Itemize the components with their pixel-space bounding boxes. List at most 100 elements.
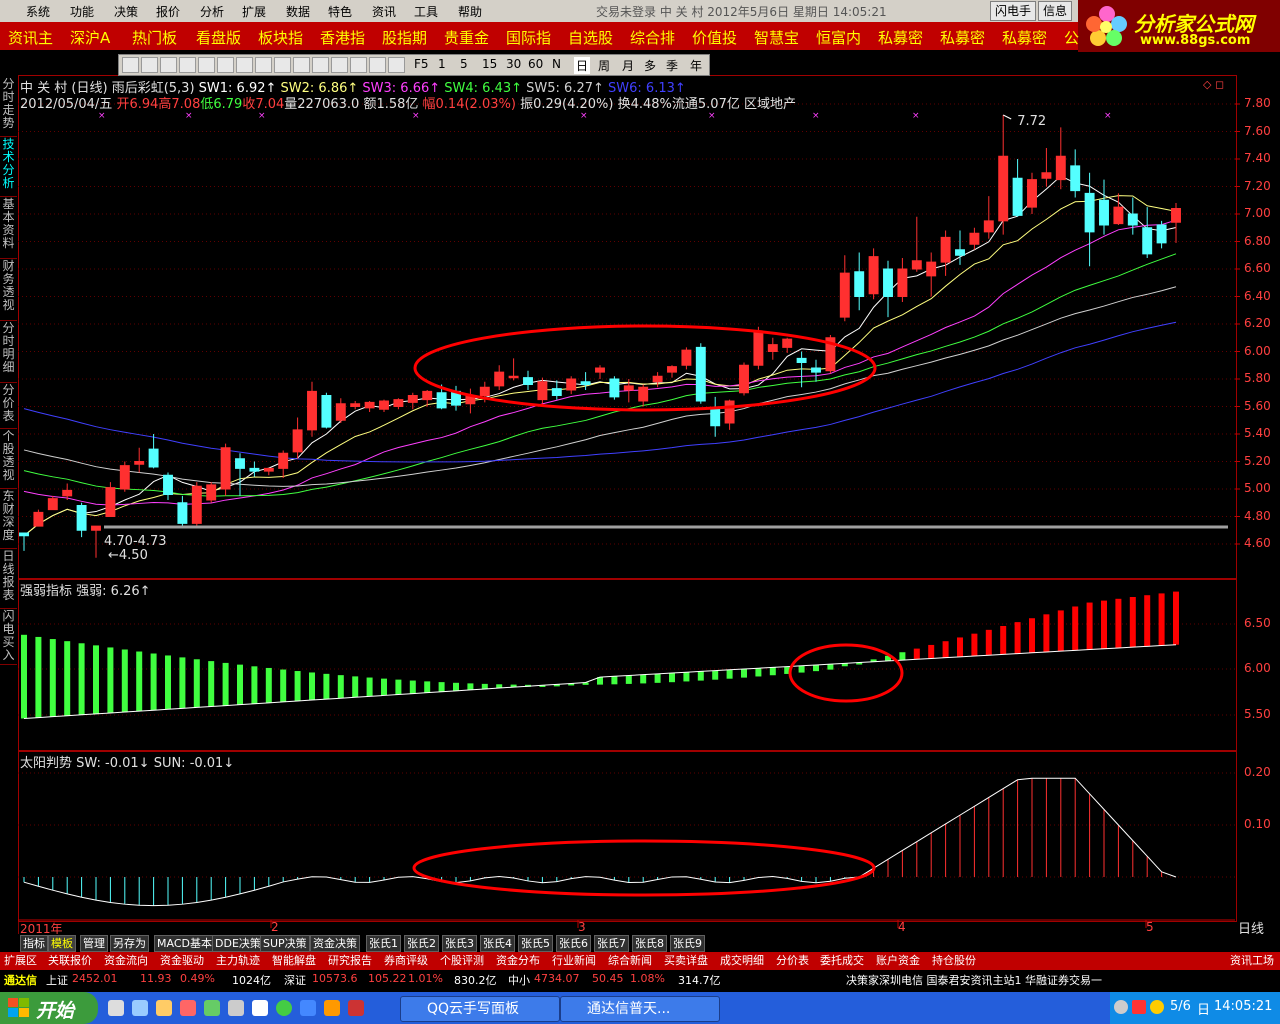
money-icon[interactable]: [312, 57, 329, 73]
banner-item[interactable]: 香港指: [320, 27, 365, 48]
quicklaunch-desktop-icon[interactable]: [132, 1000, 148, 1016]
extension-tab[interactable]: 研究报告: [328, 953, 372, 968]
formula-icon[interactable]: [236, 57, 253, 73]
banner-item[interactable]: 热门板: [132, 27, 177, 48]
banner-item[interactable]: 资讯主: [8, 27, 53, 48]
chart-type-icon[interactable]: [179, 57, 196, 73]
left-tab[interactable]: 分价表: [0, 382, 17, 429]
extension-tab[interactable]: 分价表: [776, 953, 809, 968]
pan-icon[interactable]: [350, 57, 367, 73]
task-tdx[interactable]: 通达信普天...: [560, 996, 720, 1022]
quicklaunch-media-icon[interactable]: [204, 1000, 220, 1016]
left-tab[interactable]: 财务透视: [0, 258, 17, 321]
cursor-icon[interactable]: [122, 57, 139, 73]
banner-item[interactable]: 公: [1064, 27, 1079, 48]
banner-item[interactable]: 板块指: [258, 27, 303, 48]
indicator-tab[interactable]: 模板: [48, 935, 76, 952]
extension-tab[interactable]: 成交明细: [720, 953, 764, 968]
indicator-tab[interactable]: 张氏3: [442, 935, 477, 952]
period-button[interactable]: 5: [458, 57, 470, 71]
quicklaunch-doc-icon[interactable]: [252, 1000, 268, 1016]
period-button[interactable]: 60: [526, 57, 545, 71]
zoom-out-icon[interactable]: [160, 57, 177, 73]
extension-tab[interactable]: 行业新闻: [552, 953, 596, 968]
period-button[interactable]: 日: [574, 57, 591, 74]
period-button[interactable]: 多: [642, 57, 658, 74]
indicator-tab[interactable]: 指标: [20, 935, 48, 952]
panel-corner-markers[interactable]: ◇ ◻: [1203, 78, 1224, 91]
indicator-tab[interactable]: 张氏5: [518, 935, 553, 952]
banner-item[interactable]: 贵重金: [444, 27, 489, 48]
indicator-tab[interactable]: 管理: [80, 935, 108, 952]
period-button[interactable]: N: [550, 57, 563, 71]
banner-item[interactable]: 私募密: [1002, 27, 1047, 48]
extension-tab[interactable]: 买卖详盘: [664, 953, 708, 968]
period-button[interactable]: 1: [436, 57, 448, 71]
extension-tab[interactable]: 资金驱动: [160, 953, 204, 968]
banner-item[interactable]: 看盘版: [196, 27, 241, 48]
indicator-tab[interactable]: 张氏6: [556, 935, 591, 952]
quicklaunch-ie-icon[interactable]: [108, 1000, 124, 1016]
info-icon[interactable]: [255, 57, 272, 73]
chart-canvas[interactable]: 7.72 4.70-4.73←4.50 × × × × × × × × × ◇ ◻: [0, 0, 1280, 935]
banner-item[interactable]: 私募密: [940, 27, 985, 48]
extension-tab[interactable]: 委托成交: [820, 953, 864, 968]
indicator-tab[interactable]: DDE决策: [212, 935, 264, 952]
tray-network-icon[interactable]: [1114, 1000, 1128, 1014]
left-tab[interactable]: 基本资料: [0, 196, 17, 259]
extension-tab[interactable]: 关联报价: [48, 953, 92, 968]
indicator-tab[interactable]: 另存为: [110, 935, 149, 952]
period-button[interactable]: 周: [596, 57, 612, 74]
extension-tab[interactable]: 个股评测: [440, 953, 484, 968]
extension-tab[interactable]: 资金流向: [104, 953, 148, 968]
extension-tab[interactable]: 资金分布: [496, 953, 540, 968]
task-qq-handwriting[interactable]: QQ云手写面板: [400, 996, 560, 1022]
link-icon[interactable]: [369, 57, 386, 73]
banner-item[interactable]: 价值投: [692, 27, 737, 48]
indicator-tab[interactable]: 张氏1: [366, 935, 401, 952]
banner-item[interactable]: 智慧宝: [754, 27, 799, 48]
indicator-tab[interactable]: 张氏9: [670, 935, 705, 952]
left-tab[interactable]: 日线报表: [0, 548, 17, 609]
extension-tab[interactable]: 扩展区: [4, 953, 37, 968]
quicklaunch-browser-icon[interactable]: [300, 1000, 316, 1016]
banner-item[interactable]: 国际指: [506, 27, 551, 48]
indicator-tab[interactable]: 张氏2: [404, 935, 439, 952]
quicklaunch-tdx-icon[interactable]: [348, 1000, 364, 1016]
extension-tab[interactable]: 券商评级: [384, 953, 428, 968]
extension-tab[interactable]: 账户资金: [876, 953, 920, 968]
period-button[interactable]: 年: [688, 57, 704, 74]
extension-tab[interactable]: 资讯工场: [1230, 953, 1274, 968]
draw-icon[interactable]: [388, 57, 405, 73]
grid-icon[interactable]: [198, 57, 215, 73]
indicator-tab[interactable]: 资金决策: [310, 935, 360, 952]
banner-item[interactable]: 自选股: [568, 27, 613, 48]
period-button[interactable]: 30: [504, 57, 523, 71]
left-tab[interactable]: 分时明细: [0, 320, 17, 383]
left-tab[interactable]: 闪电买入: [0, 608, 17, 665]
banner-item[interactable]: 私募密: [878, 27, 923, 48]
period-button[interactable]: F5: [412, 57, 431, 71]
indicator-tab[interactable]: SUP决策: [260, 935, 310, 952]
period-button[interactable]: 季: [664, 57, 680, 74]
quicklaunch-stock-icon[interactable]: [324, 1000, 340, 1016]
left-tab[interactable]: 个股透视: [0, 428, 17, 489]
banner-item[interactable]: 恒富内: [816, 27, 861, 48]
extension-tab[interactable]: 持仓股份: [932, 953, 976, 968]
extension-tab[interactable]: 智能解盘: [272, 953, 316, 968]
banner-item[interactable]: 股指期: [382, 27, 427, 48]
rsi-icon[interactable]: [293, 57, 310, 73]
quicklaunch-app-icon[interactable]: [180, 1000, 196, 1016]
indicator-tab[interactable]: 张氏7: [594, 935, 629, 952]
tray-app-icon[interactable]: [1132, 1000, 1146, 1014]
period-button[interactable]: 月: [620, 57, 636, 74]
indicator-tab[interactable]: 张氏4: [480, 935, 515, 952]
quicklaunch-tool-icon[interactable]: [228, 1000, 244, 1016]
start-button[interactable]: 开始: [0, 992, 98, 1024]
quicklaunch-folder-icon[interactable]: [156, 1000, 172, 1016]
compare-icon[interactable]: [217, 57, 234, 73]
left-tab[interactable]: 技术分析: [0, 136, 17, 197]
banner-item[interactable]: 深沪A: [70, 27, 110, 48]
zoom-in-icon[interactable]: [141, 57, 158, 73]
chip-icon[interactable]: [274, 57, 291, 73]
